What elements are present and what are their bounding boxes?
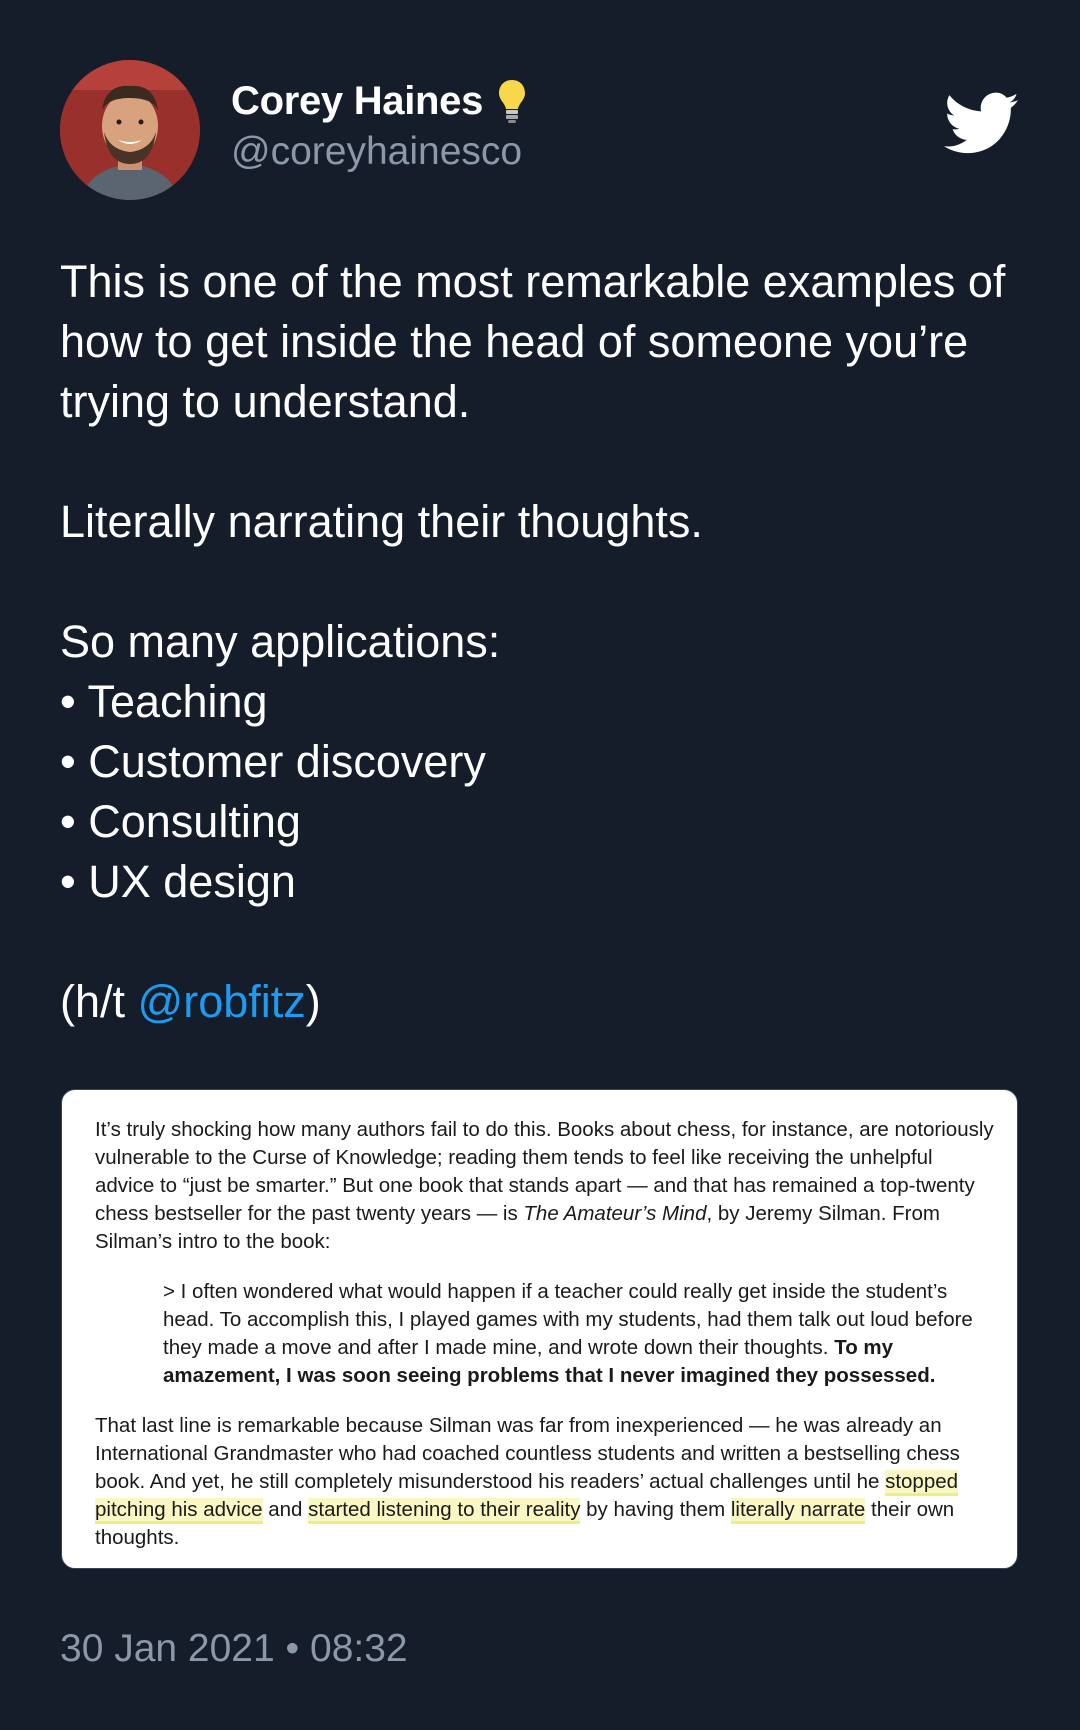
highlighted-text: started listening to their reality xyxy=(308,1498,581,1524)
excerpt-text: That last line is remarkable because Sil… xyxy=(95,1414,960,1493)
excerpt-text: by having them xyxy=(580,1498,731,1521)
list-item: • Customer discovery xyxy=(60,736,486,787)
hat-tip-prefix: (h/t xyxy=(60,976,138,1027)
attachment-text: It’s truly shocking how many authors fai… xyxy=(95,1116,995,1552)
list-item: • UX design xyxy=(60,856,296,907)
twitter-bird-icon[interactable] xyxy=(944,92,1020,156)
author-display-name[interactable]: Corey Haines xyxy=(231,79,483,124)
book-title: The Amateur’s Mind xyxy=(523,1202,707,1225)
excerpt-paragraph: It’s truly shocking how many authors fai… xyxy=(95,1116,995,1256)
author-name-row: Corey Haines xyxy=(231,78,527,124)
hat-tip: (h/t @robfitz) xyxy=(60,972,1020,1032)
lightbulb-icon xyxy=(497,78,527,124)
highlighted-text: literally narrate xyxy=(730,1498,866,1524)
excerpt-paragraph: That last line is remarkable because Sil… xyxy=(95,1412,995,1552)
excerpt-text: and xyxy=(262,1498,309,1521)
author-handle[interactable]: @coreyhainesco xyxy=(231,130,527,174)
hat-tip-suffix: ) xyxy=(305,976,321,1027)
tweet-body: This is one of the most remarkable examp… xyxy=(60,252,1020,1032)
tweet-paragraph: This is one of the most remarkable examp… xyxy=(60,256,1006,427)
list-item: • Consulting xyxy=(60,796,301,847)
tweet-timestamp[interactable]: 30 Jan 2021 • 08:32 xyxy=(60,1627,408,1671)
avatar-photo xyxy=(60,60,200,200)
list-item: • Teaching xyxy=(60,676,268,727)
tweet-list-intro: So many applications: xyxy=(60,616,501,667)
avatar[interactable] xyxy=(60,60,200,200)
mention-link[interactable]: @robfitz xyxy=(138,976,306,1027)
tweet-paragraph: Literally narrating their thoughts. xyxy=(60,496,703,547)
tweet-header: Corey Haines @coreyhainesco xyxy=(60,60,1020,200)
attached-image[interactable]: It’s truly shocking how many authors fai… xyxy=(61,1089,1018,1569)
blockquote: > I often wondered what would happen if … xyxy=(163,1278,995,1390)
